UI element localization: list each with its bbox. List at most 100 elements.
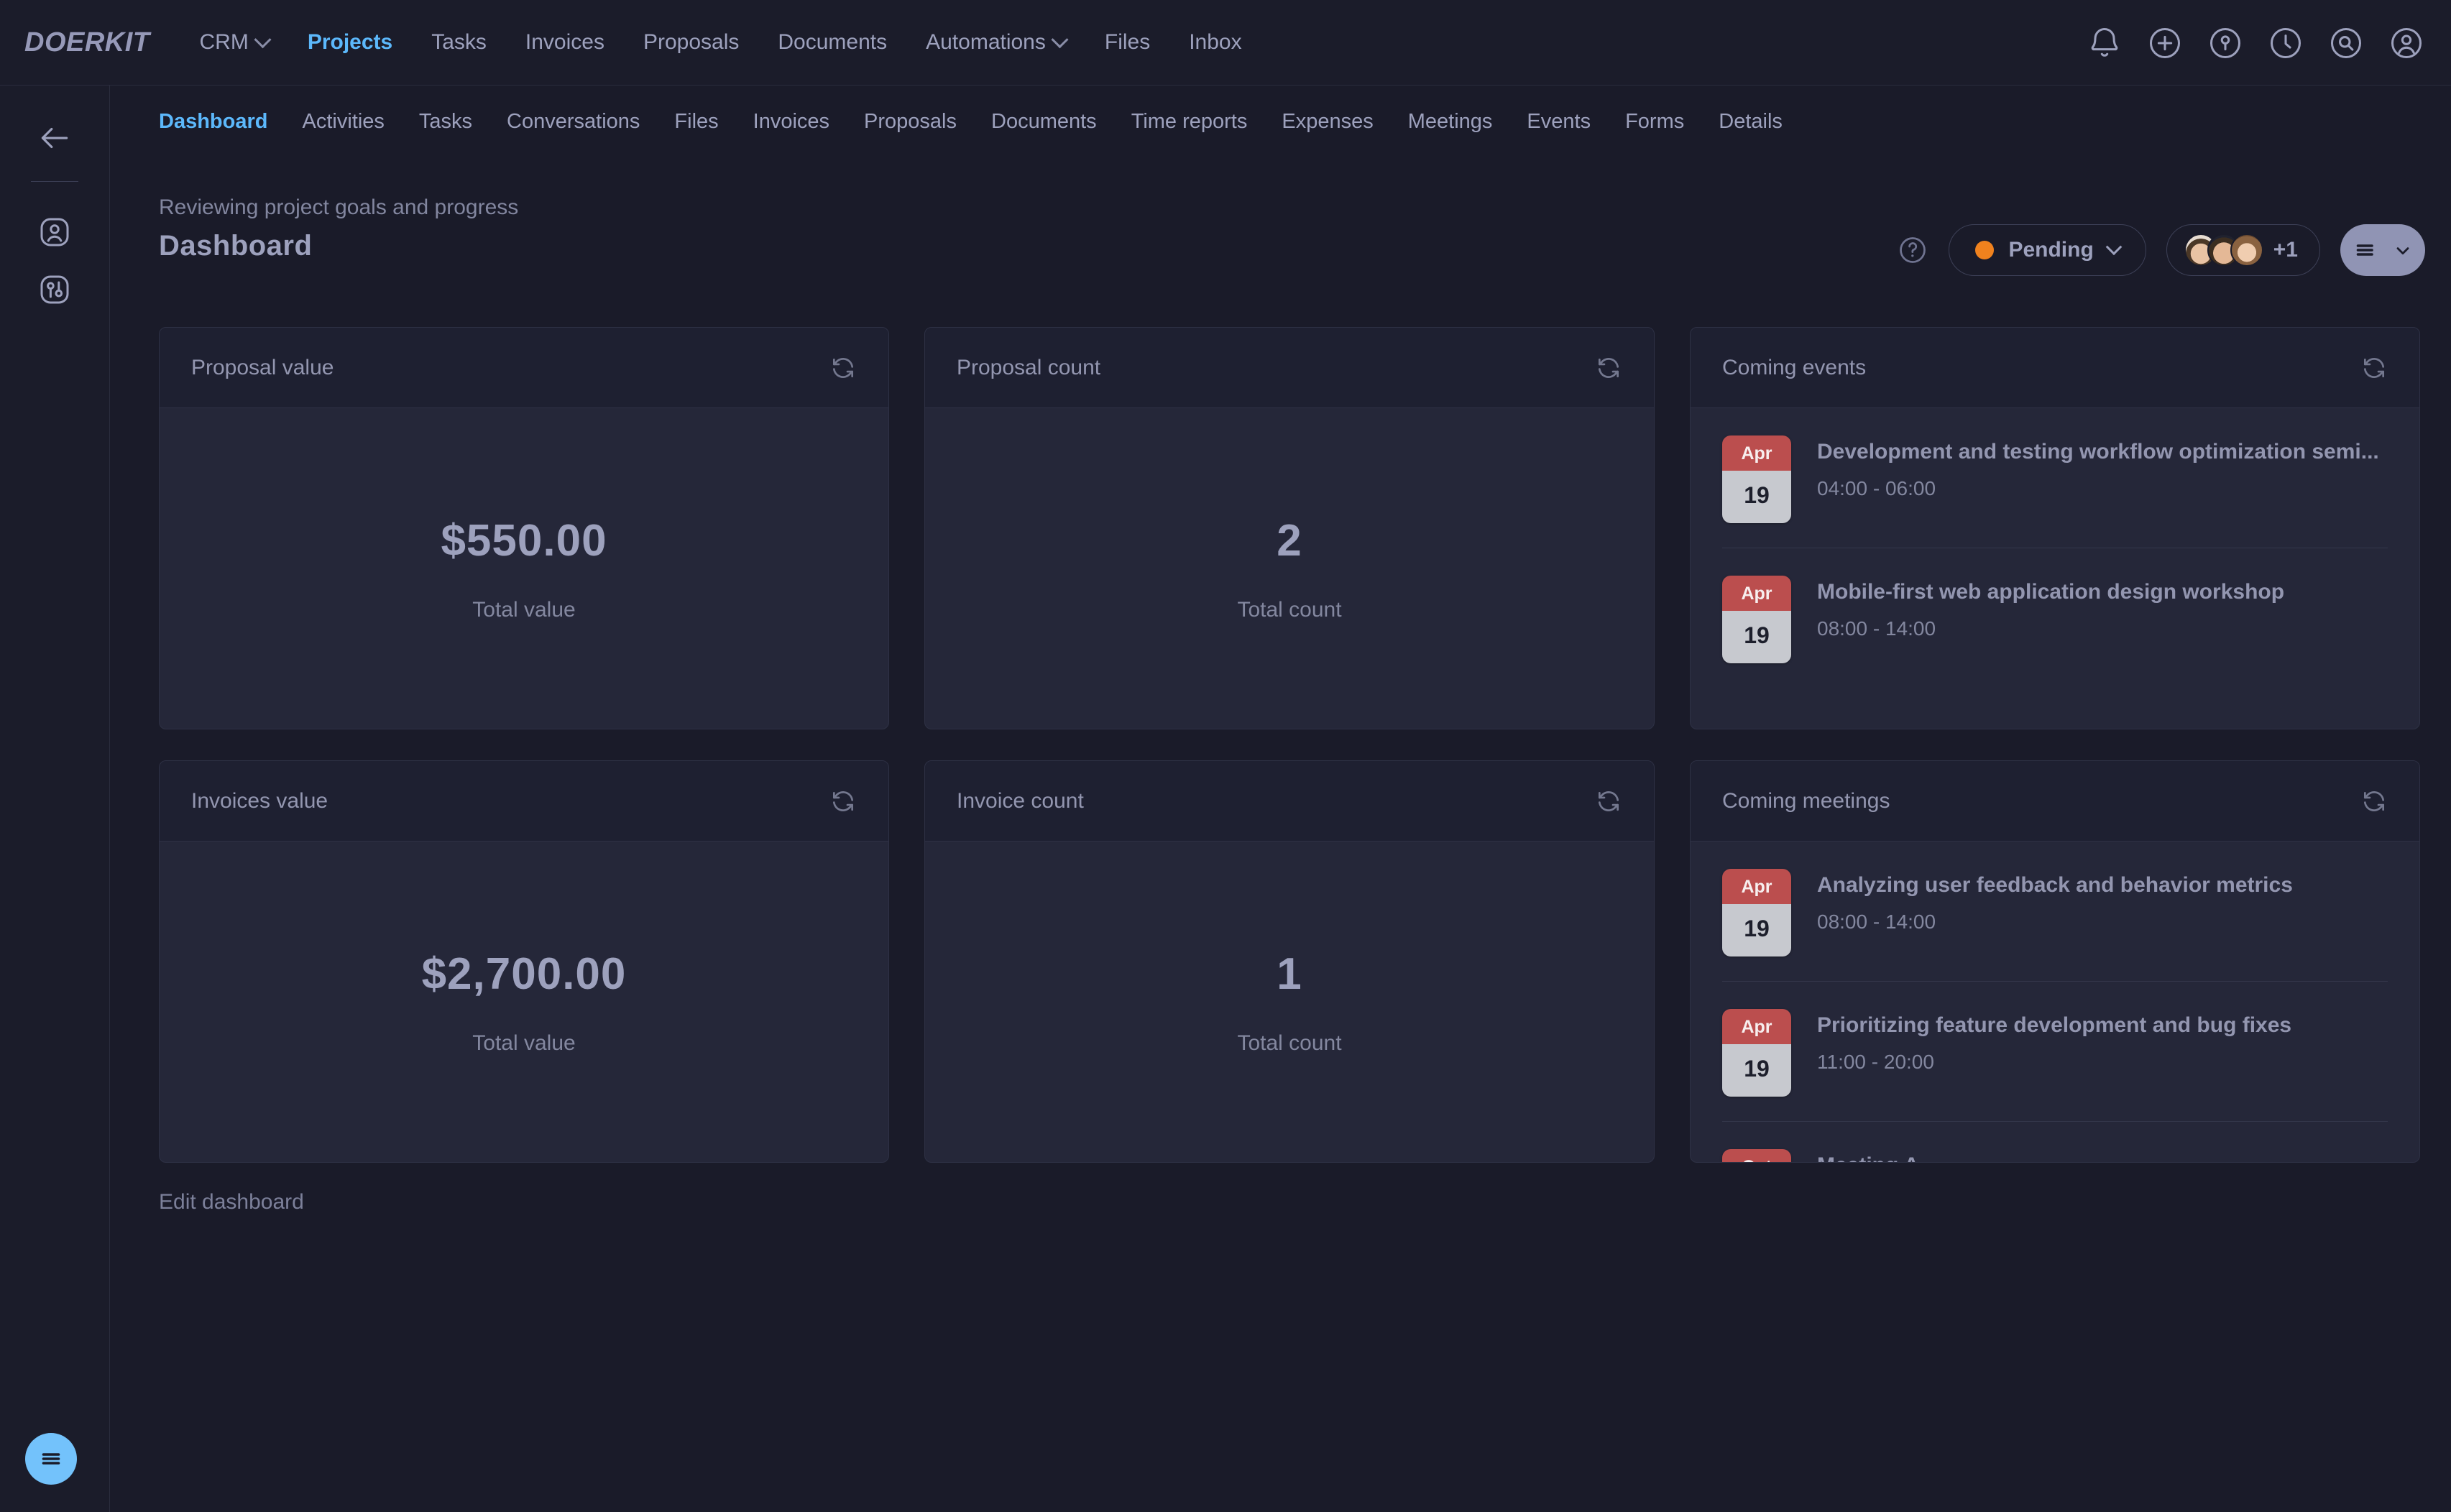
widget-header: Coming events — [1691, 328, 2419, 408]
tab-forms[interactable]: Forms — [1608, 110, 1701, 134]
refresh-icon[interactable] — [1595, 788, 1622, 815]
tab-documents[interactable]: Documents — [974, 110, 1114, 134]
list-item[interactable]: Apr 19 Development and testing workflow … — [1722, 408, 2388, 548]
nav-item-proposals[interactable]: Proposals — [624, 30, 758, 55]
nav-item-crm[interactable]: CRM — [180, 30, 288, 55]
nav-item-invoices[interactable]: Invoices — [506, 30, 624, 55]
avatar — [2230, 234, 2263, 267]
tab-invoices[interactable]: Invoices — [736, 110, 847, 134]
widget-coming-events: Coming events Apr 19 Development and tes… — [1690, 327, 2420, 729]
back-arrow-icon[interactable] — [37, 120, 73, 156]
nav-item-label: Projects — [308, 30, 392, 55]
tab-meetings[interactable]: Meetings — [1391, 110, 1510, 134]
tab-time-reports[interactable]: Time reports — [1114, 110, 1265, 134]
calendar-date-badge: Apr 19 — [1722, 1009, 1791, 1097]
stat-block: $550.00 Total value — [160, 408, 888, 729]
meetings-list: Apr 19 Analyzing user feedback and behav… — [1691, 842, 2419, 1162]
list-item-text: Development and testing workflow optimiz… — [1817, 435, 2379, 500]
widget-proposal-count: Proposal count 2 Total count — [924, 327, 1655, 729]
notifications-bell-icon[interactable] — [2086, 24, 2123, 62]
tab-tasks[interactable]: Tasks — [402, 110, 489, 134]
tab-activities[interactable]: Activities — [285, 110, 401, 134]
calendar-date-badge: Apr 19 — [1722, 576, 1791, 663]
chevron-down-icon — [1051, 31, 1068, 48]
tab-expenses[interactable]: Expenses — [1264, 110, 1390, 134]
search-icon[interactable] — [2327, 24, 2365, 62]
help-question-circle-icon[interactable] — [1897, 234, 1928, 266]
nav-item-label: Invoices — [525, 30, 604, 55]
widget-body[interactable]: Apr 19 Analyzing user feedback and behav… — [1691, 842, 2419, 1162]
chevron-down-icon — [2393, 240, 2413, 260]
stat-value: 2 — [1277, 515, 1302, 566]
calendar-month: Apr — [1722, 576, 1791, 611]
app-logo[interactable]: DOERKIT — [24, 27, 150, 58]
calendar-day: 19 — [1722, 1044, 1791, 1097]
calendar-month: Oct — [1722, 1149, 1791, 1162]
calendar-month: Apr — [1722, 869, 1791, 904]
refresh-icon[interactable] — [829, 788, 857, 815]
tab-proposals[interactable]: Proposals — [847, 110, 974, 134]
contacts-person-icon[interactable] — [37, 215, 72, 249]
primary-nav: CRM Projects Tasks Invoices Proposals Do… — [180, 30, 1261, 55]
refresh-icon[interactable] — [1595, 354, 1622, 382]
nav-item-projects[interactable]: Projects — [288, 30, 412, 55]
page-header-actions: Pending +1 — [1897, 224, 2425, 276]
refresh-icon[interactable] — [829, 354, 857, 382]
nav-item-label: Automations — [926, 30, 1046, 55]
status-dot-icon — [1975, 241, 1994, 259]
edit-dashboard-link[interactable]: Edit dashboard — [159, 1190, 304, 1214]
list-item[interactable]: Apr 19 Analyzing user feedback and behav… — [1722, 842, 2388, 982]
widget-title: Coming events — [1722, 356, 1866, 380]
widget-header: Invoice count — [925, 761, 1654, 842]
calendar-day: 19 — [1722, 611, 1791, 663]
add-plus-circle-icon[interactable] — [2146, 24, 2184, 62]
stat-caption: Total count — [1237, 1031, 1341, 1056]
event-time: 08:00 - 14:00 — [1817, 617, 2284, 640]
assignees-pill[interactable]: +1 — [2166, 224, 2320, 276]
refresh-icon[interactable] — [2360, 788, 2388, 815]
nav-item-documents[interactable]: Documents — [758, 30, 906, 55]
recent-clock-icon[interactable] — [2267, 24, 2304, 62]
user-account-icon[interactable] — [2388, 24, 2425, 62]
top-bar: DOERKIT CRM Projects Tasks Invoices Prop… — [0, 0, 2451, 86]
status-badge[interactable]: Pending — [1949, 224, 2146, 276]
widget-invoice-count: Invoice count 1 Total count — [924, 760, 1655, 1163]
meeting-time: 11:00 - 20:00 — [1817, 1051, 2291, 1074]
nav-item-tasks[interactable]: Tasks — [412, 30, 506, 55]
list-item[interactable]: Apr 19 Prioritizing feature development … — [1722, 982, 2388, 1122]
widget-proposal-value: Proposal value $550.00 Total value — [159, 327, 889, 729]
event-title: Development and testing workflow optimiz… — [1817, 440, 2379, 464]
calendar-date-badge: Apr 19 — [1722, 435, 1791, 523]
quick-menu-fab-button[interactable] — [25, 1433, 77, 1485]
menu-hamburger-icon — [38, 1446, 64, 1472]
nav-item-label: Tasks — [431, 30, 487, 55]
tab-events[interactable]: Events — [1509, 110, 1608, 134]
widget-body: $2,700.00 Total value — [160, 842, 888, 1162]
widget-title: Invoices value — [191, 789, 328, 813]
location-pin-circle-icon[interactable] — [2207, 24, 2244, 62]
nav-item-automations[interactable]: Automations — [906, 30, 1085, 55]
project-tabs: Dashboard Activities Tasks Conversations… — [111, 86, 2451, 157]
list-item-text: Mobile-first web application design work… — [1817, 576, 2284, 640]
tab-conversations[interactable]: Conversations — [489, 110, 657, 134]
settings-sliders-icon[interactable] — [37, 272, 72, 307]
stat-block: 2 Total count — [925, 408, 1654, 729]
widget-body: Apr 19 Development and testing workflow … — [1691, 408, 2419, 729]
list-item[interactable]: Oct 24 Meeting A 15:29 - 17:29 — [1722, 1122, 2388, 1162]
widget-title: Invoice count — [957, 789, 1084, 813]
nav-item-label: Files — [1105, 30, 1150, 55]
refresh-icon[interactable] — [2360, 354, 2388, 382]
widget-body: 1 Total count — [925, 842, 1654, 1162]
widget-title: Proposal count — [957, 356, 1100, 380]
stat-value: $550.00 — [441, 515, 607, 566]
list-item[interactable]: Apr 19 Mobile-first web application desi… — [1722, 548, 2388, 688]
calendar-date-badge: Apr 19 — [1722, 869, 1791, 956]
tab-details[interactable]: Details — [1701, 110, 1800, 134]
widget-body: 2 Total count — [925, 408, 1654, 729]
nav-item-inbox[interactable]: Inbox — [1169, 30, 1261, 55]
stat-block: $2,700.00 Total value — [160, 842, 888, 1162]
tab-dashboard[interactable]: Dashboard — [159, 110, 285, 134]
nav-item-files[interactable]: Files — [1085, 30, 1169, 55]
page-actions-menu-button[interactable] — [2340, 224, 2425, 276]
tab-files[interactable]: Files — [657, 110, 735, 134]
